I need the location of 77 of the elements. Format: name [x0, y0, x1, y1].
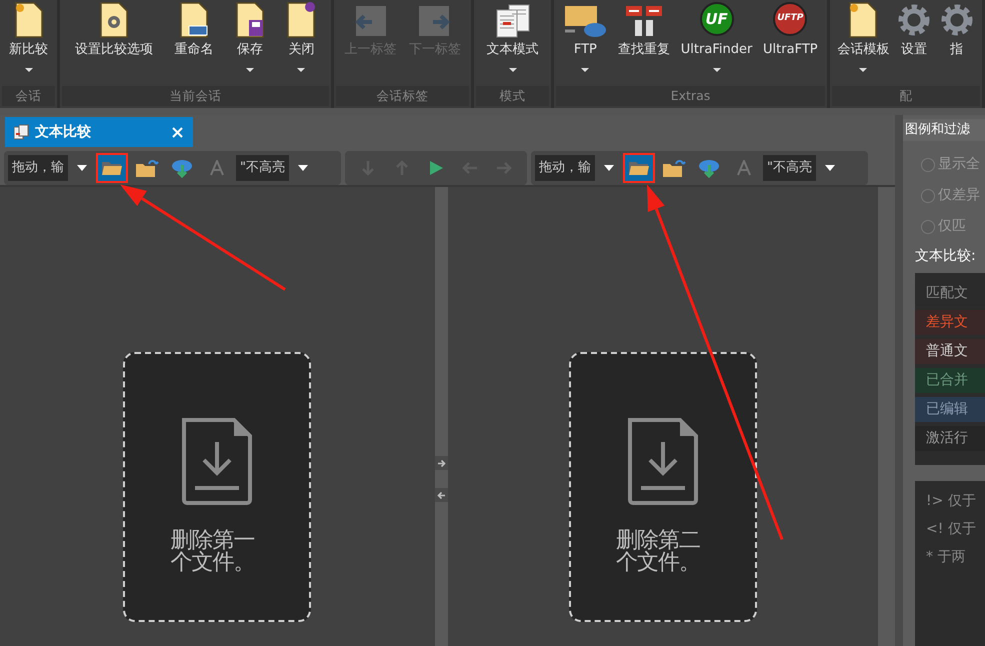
radio-icon[interactable]: [921, 220, 935, 234]
file-download-icon: [180, 416, 254, 506]
legend-note: !> 仅于: [926, 492, 977, 511]
splitter-button[interactable]: [434, 488, 448, 502]
gear-icon: [896, 2, 932, 38]
drop-hint: 删除第二个文件。: [616, 530, 701, 574]
ribbon-group-label: 配: [832, 86, 980, 106]
font-icon: [210, 160, 224, 176]
ribbon-button[interactable]: 设置: [892, 0, 935, 86]
ribbon-button[interactable]: 文本模式: [484, 0, 542, 86]
folder-arrow-icon: [135, 158, 159, 178]
binoculars-icon: [624, 4, 664, 38]
new-document-icon: [848, 2, 878, 38]
ribbon-button[interactable]: 指: [936, 0, 978, 86]
legend-item: 激活行: [915, 426, 985, 451]
dropdown-field[interactable]: "不高亮: [236, 154, 289, 180]
legend-item: 已编辑: [915, 397, 985, 422]
round-logo-icon: UFTP: [773, 2, 808, 36]
tab-title: 文本比较: [35, 122, 91, 142]
document-tab[interactable]: 文本比较: [5, 117, 193, 147]
drop-hint: 删除第一个文件。: [170, 530, 256, 574]
toolbar-button[interactable]: [96, 152, 128, 182]
ribbon-button[interactable]: 查找重复: [615, 0, 674, 86]
toolbar-button[interactable]: [623, 152, 655, 182]
ribbon-button[interactable]: 重命名: [171, 0, 216, 86]
legend-item: 差异文: [915, 310, 985, 335]
document-gear-icon: [98, 2, 129, 38]
document-save-icon: [234, 2, 265, 38]
ribbon-button[interactable]: FTP: [560, 0, 610, 86]
play-icon: [428, 160, 444, 176]
caret-icon[interactable]: [824, 164, 835, 170]
legend-label: 文本比较:: [915, 247, 977, 266]
folder-arrow-icon: [662, 158, 686, 178]
ribbon-group-label: 当前会话: [62, 86, 329, 106]
cloud-download-icon: [171, 158, 193, 178]
ribbon-button[interactable]: 会话模板: [834, 0, 892, 86]
file-download-icon: [626, 416, 700, 506]
dropdown-field[interactable]: 拖动，输: [8, 154, 68, 180]
gear-icon: [938, 2, 975, 38]
document-rename-icon: [178, 2, 209, 38]
ribbon-button[interactable]: 设置比较选项: [72, 0, 156, 86]
ribbon-button[interactable]: 保存: [232, 0, 268, 86]
drop-zone[interactable]: 删除第一个文件。: [123, 352, 312, 622]
folder-icon: [101, 160, 123, 176]
caret-icon[interactable]: [77, 164, 87, 170]
panel-title: 图例和过滤: [903, 119, 985, 141]
document-close-icon: [286, 2, 316, 38]
legend-note: * 于两: [926, 548, 966, 567]
ribbon-button[interactable]: 新比较: [6, 0, 51, 86]
folder-cloud-icon: [563, 4, 608, 38]
document-icon: [13, 124, 29, 140]
ribbon-group-label: 会话: [2, 86, 55, 106]
ribbon-button[interactable]: UFTP UltraFTP: [760, 0, 821, 86]
new-document-icon: [14, 2, 44, 38]
ribbon-group-label: Extras: [556, 86, 825, 106]
caret-icon[interactable]: [604, 164, 614, 170]
ribbon-group-label: 会话标签: [336, 86, 469, 106]
ribbon-button[interactable]: 关闭: [283, 0, 320, 86]
dropdown-field[interactable]: 拖动，输: [535, 154, 595, 180]
legend-note: <! 仅于: [926, 520, 977, 539]
font-icon: [737, 160, 751, 176]
radio-icon[interactable]: [921, 158, 935, 172]
text-document-icon: [494, 4, 530, 38]
radio-icon[interactable]: [921, 188, 935, 202]
drop-zone[interactable]: 删除第二个文件。: [568, 352, 757, 622]
round-logo-icon: UF: [700, 2, 734, 36]
dropdown-field[interactable]: "不高亮: [763, 154, 816, 180]
right-arrow-icon: [436, 458, 446, 468]
caret-icon[interactable]: [298, 164, 308, 170]
legend-item: 已合并: [915, 368, 985, 393]
ribbon-group-label: 模式: [476, 86, 549, 106]
cloud-download-icon: [698, 158, 720, 178]
ribbon-button[interactable]: UF UltraFinder: [678, 0, 756, 86]
left-arrow-icon: [436, 490, 446, 500]
folder-icon: [628, 160, 650, 176]
legend-item: 普通文: [915, 339, 985, 364]
splitter-button[interactable]: [434, 456, 448, 470]
